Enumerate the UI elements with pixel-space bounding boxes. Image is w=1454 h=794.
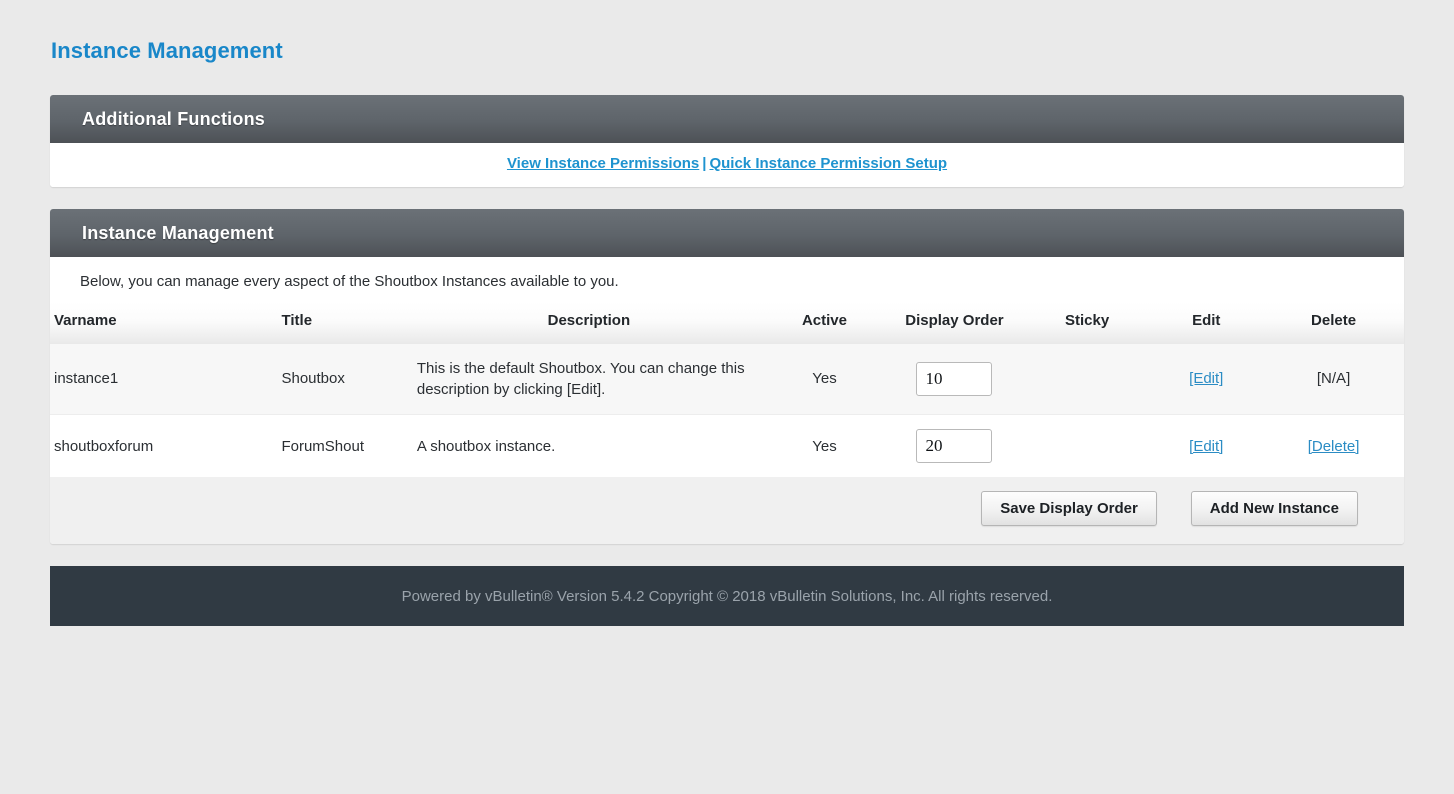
cell-edit: [Edit] (1149, 414, 1264, 478)
column-header-sticky: Sticky (1024, 302, 1150, 344)
column-header-active: Active (764, 302, 885, 344)
cell-varname: instance1 (50, 343, 278, 415)
cell-display-order (884, 343, 1025, 415)
table-row: instance1 Shoutbox This is the default S… (50, 343, 1404, 415)
display-order-input[interactable] (916, 362, 993, 397)
column-header-edit: Edit (1149, 302, 1264, 344)
cell-sticky (1024, 343, 1150, 415)
cell-varname: shoutboxforum (50, 414, 278, 478)
instances-table-body: instance1 Shoutbox This is the default S… (50, 343, 1404, 478)
additional-functions-header: Additional Functions (50, 95, 1404, 143)
link-separator: | (702, 155, 707, 172)
cell-title: Shoutbox (277, 343, 413, 415)
column-header-description: Description (412, 302, 765, 344)
table-header-row: Varname Title Description Active Display… (50, 302, 1404, 344)
cell-display-order (884, 414, 1025, 478)
cell-edit: [Edit] (1149, 343, 1264, 415)
instance-management-header: Instance Management (50, 209, 1404, 257)
instances-table-head: Varname Title Description Active Display… (50, 302, 1404, 344)
page-root: Instance Management Additional Functions… (0, 0, 1454, 627)
additional-functions-panel: Additional Functions View Instance Permi… (50, 95, 1404, 187)
footer-copyright-text: Powered by vBulletin® Version 5.4.2 Copy… (401, 587, 1053, 605)
page-title: Instance Management (51, 38, 283, 63)
quick-instance-permission-setup-link[interactable]: Quick Instance Permission Setup (709, 155, 947, 172)
column-header-title: Title (277, 302, 413, 344)
cell-active: Yes (764, 343, 885, 415)
add-new-instance-button[interactable]: Add New Instance (1190, 491, 1358, 527)
cell-active: Yes (764, 414, 885, 478)
delete-not-available-label: [N/A] (1316, 370, 1351, 388)
table-actions-row: Save Display Order Add New Instance (50, 477, 1404, 545)
delete-link[interactable]: [Delete] (1308, 438, 1360, 455)
cell-description: This is the default Shoutbox. You can ch… (412, 343, 765, 415)
edit-link[interactable]: [Edit] (1189, 370, 1223, 387)
cell-delete: [Delete] (1263, 414, 1404, 478)
view-instance-permissions-link[interactable]: View Instance Permissions (507, 155, 699, 172)
column-header-delete: Delete (1263, 302, 1404, 344)
edit-link[interactable]: [Edit] (1189, 438, 1223, 455)
cell-title: ForumShout (277, 414, 413, 478)
cell-sticky (1024, 414, 1150, 478)
additional-functions-links: View Instance Permissions | Quick Instance… (50, 143, 1404, 187)
instance-management-panel: Instance Management Below, you can manag… (50, 209, 1404, 545)
instance-management-intro: Below, you can manage every aspect of th… (50, 257, 1404, 302)
cell-delete: [N/A] (1263, 343, 1404, 415)
save-display-order-button[interactable]: Save Display Order (981, 491, 1157, 527)
display-order-input[interactable] (916, 429, 993, 464)
footer: Powered by vBulletin® Version 5.4.2 Copy… (50, 566, 1404, 627)
instances-table: Varname Title Description Active Display… (50, 302, 1404, 478)
cell-description: A shoutbox instance. (412, 414, 765, 478)
column-header-display-order: Display Order (884, 302, 1025, 344)
column-header-varname: Varname (50, 302, 278, 344)
table-row: shoutboxforum ForumShout A shoutbox inst… (50, 414, 1404, 478)
